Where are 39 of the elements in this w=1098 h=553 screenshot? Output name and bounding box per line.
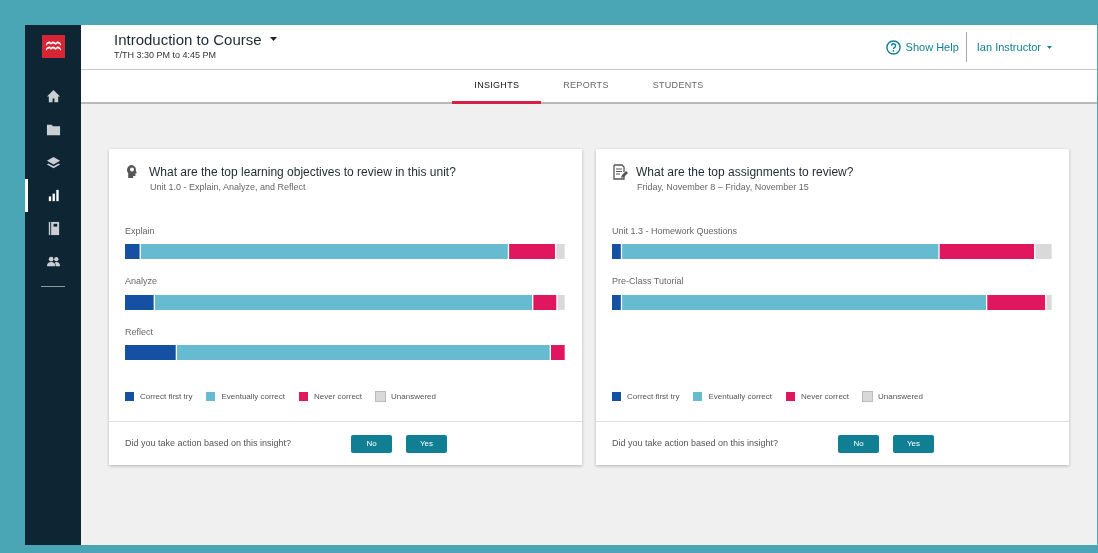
card-subtitle: Friday, November 8 – Friday, November 15 xyxy=(637,181,810,194)
tab[interactable]: STUDENTS xyxy=(630,70,726,104)
course-title: Introduction to Course xyxy=(114,32,262,49)
caret-icon[interactable] xyxy=(269,37,277,41)
logo-icon[interactable] xyxy=(41,35,65,58)
legend-label: Correct first try xyxy=(627,390,680,403)
bar-label: Analyze xyxy=(125,275,159,288)
card-subtitle: Unit 1.0 - Explain, Analyze, and Reflect xyxy=(150,181,307,194)
course-schedule: T/TH 3:30 PM to 4:45 PM xyxy=(114,48,218,62)
legend-label: Eventually correct xyxy=(221,390,286,403)
layers-icon xyxy=(45,155,61,170)
bar-label: Unit 1.3 - Homework Questions xyxy=(612,224,739,238)
legend-label: Never correct xyxy=(314,390,363,403)
tab[interactable]: REPORTS xyxy=(541,70,631,104)
user-menu[interactable]: Ian Instructor xyxy=(966,38,1052,56)
bar-label: Explain xyxy=(125,224,156,238)
answer-button[interactable]: No xyxy=(838,434,879,453)
answer-button[interactable]: No xyxy=(351,434,392,453)
home-icon xyxy=(45,89,61,104)
answer-button[interactable]: Yes xyxy=(406,434,447,453)
help-icon xyxy=(885,39,901,55)
feedback-question: Did you take action based on this insight? xyxy=(612,436,780,450)
legend-label: Eventually correct xyxy=(708,390,773,403)
answer-button[interactable]: Yes xyxy=(893,434,934,453)
people-icon xyxy=(45,254,61,269)
legend-label: Never correct xyxy=(801,390,850,403)
card-title: What are the top assignments to review? xyxy=(636,164,854,181)
legend-label: Correct first try xyxy=(140,390,193,403)
caret-icon xyxy=(1047,45,1052,49)
legend-label: Unanswered xyxy=(878,390,923,403)
tab[interactable]: INSIGHTS xyxy=(452,70,542,104)
folder-icon xyxy=(45,122,61,137)
feedback-question: Did you take action based on this insight? xyxy=(125,436,293,450)
bar-label: Reflect xyxy=(125,325,154,339)
card-title: What are the top learning objectives to review in this unit? xyxy=(149,164,456,181)
bar-label: Pre-Class Tutorial xyxy=(612,275,685,288)
show-help-button[interactable]: Show Help xyxy=(885,32,967,62)
document-edit-icon xyxy=(612,164,628,180)
legend-label: Unanswered xyxy=(391,390,436,403)
